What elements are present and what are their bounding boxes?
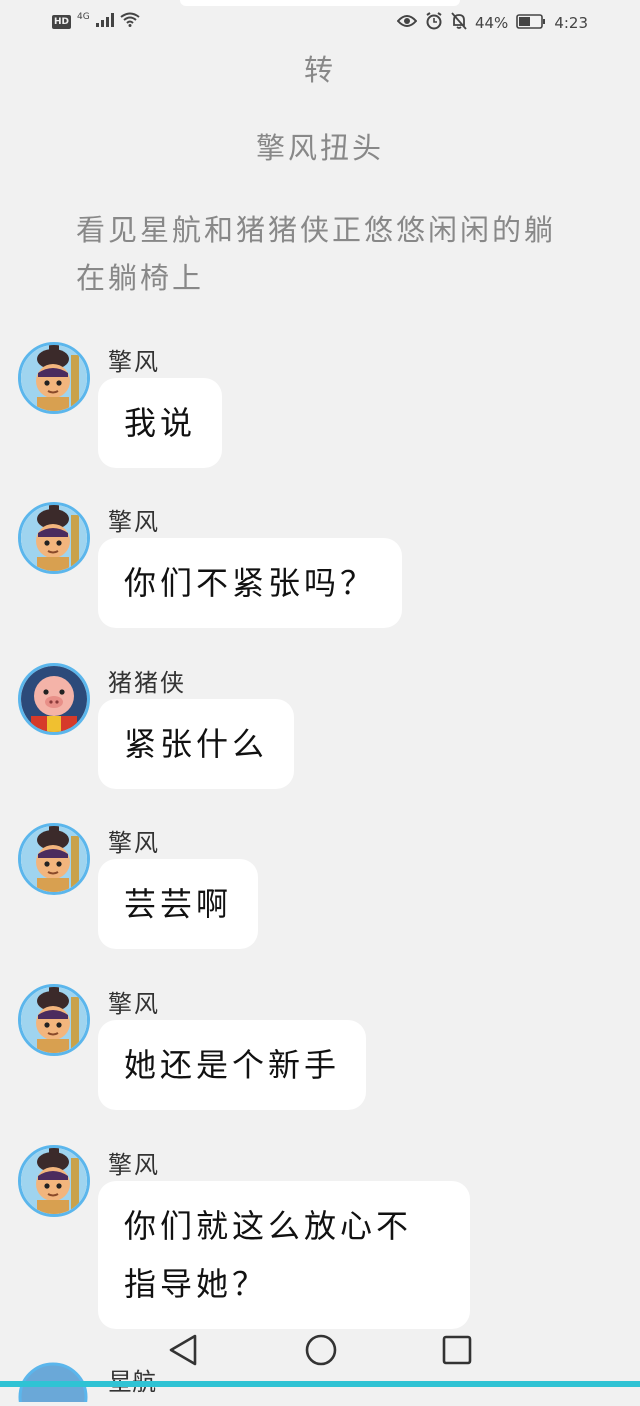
avatar[interactable] <box>18 823 90 895</box>
sender-name: 猪猪侠 <box>108 669 186 697</box>
message-bubble[interactable]: 你们不紧张吗？ <box>98 538 403 628</box>
back-button[interactable] <box>166 1332 200 1372</box>
message-bubble[interactable]: 紧张什么 <box>98 699 295 789</box>
narration-line: 转 <box>303 53 336 87</box>
avatar[interactable] <box>18 984 90 1056</box>
message-bubble[interactable]: 我说 <box>98 378 223 468</box>
narration-line: 看见星航和猪猪侠正悠悠闲闲的躺在躺椅上 <box>76 213 557 295</box>
sender-name: 擎风 <box>108 829 160 857</box>
eye-icon <box>396 14 418 32</box>
accent-line <box>0 1381 640 1387</box>
sender-name: 擎风 <box>108 348 160 376</box>
clock-time: 4:23 <box>554 14 588 32</box>
message-bubble[interactable]: 芸芸啊 <box>98 859 259 949</box>
battery-icon <box>516 13 546 33</box>
avatar[interactable] <box>18 502 90 574</box>
network-type: 4G <box>77 11 90 22</box>
mute-bell-icon <box>451 12 467 34</box>
sender-name: 擎风 <box>108 1151 160 1179</box>
navigation-bar <box>0 1318 640 1387</box>
recent-apps-button[interactable] <box>440 1332 474 1372</box>
narration-line: 擎风扭头 <box>255 131 384 165</box>
message-bubble[interactable]: 你们就这么放心不指导她？ <box>98 1181 470 1329</box>
signal-icon <box>95 12 114 31</box>
wifi-icon <box>120 12 140 31</box>
avatar[interactable] <box>18 342 90 414</box>
avatar[interactable] <box>18 663 90 735</box>
message-bubble[interactable]: 她还是个新手 <box>98 1020 367 1110</box>
alarm-icon <box>425 12 443 34</box>
status-bar: HD 4G 44% 4:23 <box>0 0 640 46</box>
sender-name: 擎风 <box>108 990 160 1018</box>
home-button[interactable] <box>304 1332 338 1372</box>
hd-badge: HD <box>52 14 72 29</box>
avatar[interactable] <box>18 1145 90 1217</box>
battery-percent: 44% <box>474 14 509 32</box>
sender-name: 擎风 <box>108 508 160 536</box>
